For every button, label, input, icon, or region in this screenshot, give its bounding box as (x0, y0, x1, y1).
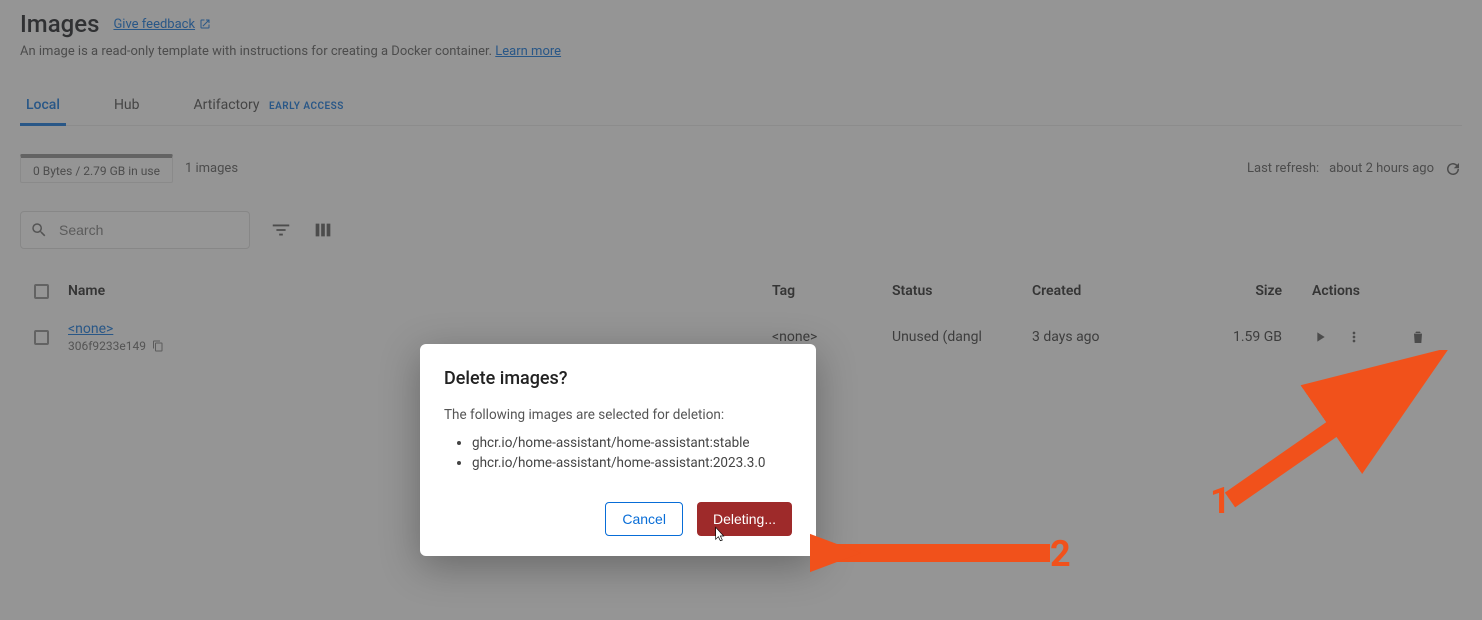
cursor-icon (711, 526, 727, 542)
cancel-button[interactable]: Cancel (605, 502, 683, 536)
delete-dialog: Delete images? The following images are … (420, 344, 816, 556)
dialog-title: Delete images? (444, 368, 792, 389)
delete-confirm-button[interactable]: Deleting... (697, 502, 792, 536)
dialog-list-item: ghcr.io/home-assistant/home-assistant:st… (472, 433, 792, 453)
dialog-subtitle: The following images are selected for de… (444, 407, 792, 423)
annotation-number-1: 1 (1210, 480, 1231, 522)
dialog-list-item: ghcr.io/home-assistant/home-assistant:20… (472, 453, 792, 473)
delete-button-label: Deleting... (713, 511, 776, 527)
annotation-arrow-2 (810, 533, 1060, 573)
annotation-number-2: 2 (1050, 533, 1071, 575)
annotation-arrow-1 (1220, 350, 1450, 520)
